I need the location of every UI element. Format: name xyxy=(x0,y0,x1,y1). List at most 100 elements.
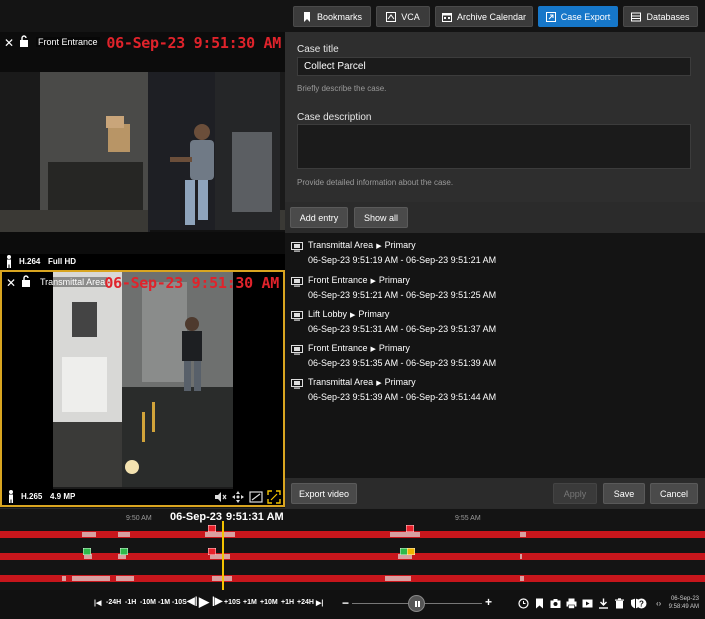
zoom-in-button[interactable]: + xyxy=(485,595,492,609)
tab-vca[interactable]: VCA xyxy=(376,6,430,27)
show-all-button[interactable]: Show all xyxy=(354,207,408,228)
step-fwd-1h-button[interactable]: +1H xyxy=(281,599,294,606)
zoom-out-button[interactable]: − xyxy=(342,596,349,610)
timeline-current-date: 06-Sep-23 xyxy=(170,511,222,523)
bookmark-flag-icon[interactable] xyxy=(407,548,415,555)
trash-icon[interactable] xyxy=(614,598,625,609)
entry-time-range: 06-Sep-23 9:51:39 AM - 06-Sep-23 9:51:44… xyxy=(308,392,497,402)
entry-time-range: 06-Sep-23 9:51:19 AM - 06-Sep-23 9:51:21… xyxy=(308,255,497,265)
collapse-panel-icon[interactable]: ‹› xyxy=(656,599,661,608)
apply-button[interactable]: Apply xyxy=(553,483,597,504)
step-fwd-1m-button[interactable]: +1M xyxy=(243,599,257,606)
bookmark-flag-icon[interactable] xyxy=(83,548,91,555)
bookmark-flag-icon[interactable] xyxy=(208,525,216,532)
timeline[interactable]: 9:50 AM 9:55 AM 06-Sep-23 9:51:31 AM xyxy=(0,508,705,591)
play-icon[interactable]: ▶ xyxy=(199,594,209,610)
timeline-tick-label: 9:50 AM xyxy=(126,515,152,522)
bookmark-flag-icon[interactable] xyxy=(120,548,128,555)
case-description-input[interactable] xyxy=(297,124,691,169)
ptz-move-icon[interactable] xyxy=(231,490,245,504)
tab-label: Case Export xyxy=(560,11,611,22)
clock-icon[interactable] xyxy=(518,598,529,609)
video-pane-transmittal-area[interactable]: ✕ Transmittal Area 06-Sep-23 9:51:30 AM … xyxy=(0,270,285,507)
case-title-label: Case title xyxy=(297,44,339,55)
vca-icon xyxy=(386,11,397,22)
timeline-track-transmittal-area[interactable] xyxy=(0,553,705,560)
tab-case-export[interactable]: Case Export xyxy=(538,6,618,27)
close-pane-icon[interactable]: ✕ xyxy=(6,276,16,290)
step-back-24h-button[interactable]: -24H xyxy=(106,599,121,606)
timeline-tick-label: 9:55 AM xyxy=(455,515,481,522)
tab-label: Bookmarks xyxy=(316,11,362,22)
frame-forward-icon[interactable]: |▶ xyxy=(212,596,223,607)
bookmark-flag-icon[interactable] xyxy=(406,525,414,532)
help-icon[interactable]: ? xyxy=(636,598,647,609)
entry-location: Front Entrance xyxy=(308,275,368,285)
entry-time-range: 06-Sep-23 9:51:21 AM - 06-Sep-23 9:51:25… xyxy=(308,290,497,300)
timeline-track-front-entrance[interactable] xyxy=(0,531,705,538)
step-fwd-24h-button[interactable]: +24H xyxy=(297,599,314,606)
tab-bookmarks[interactable]: Bookmarks xyxy=(293,6,371,27)
tab-databases[interactable]: Databases xyxy=(623,6,698,27)
resolution-label: 4.9 MP xyxy=(50,492,76,501)
step-back-10s-button[interactable]: -10S xyxy=(172,599,187,606)
video-clip-icon xyxy=(291,311,303,321)
timeline-current-time: 9:51:31 AM xyxy=(226,511,284,523)
bookmark-flag-icon[interactable] xyxy=(208,548,216,555)
entry-stream: Primary xyxy=(384,240,416,250)
case-entry-list: Transmittal Area ▶ Primary 06-Sep-23 9:51:… xyxy=(285,233,705,478)
timeline-track-lift-lobby[interactable] xyxy=(0,575,705,582)
side-panel-tabs: Bookmarks VCA Archive Calendar Case Expo… xyxy=(293,6,698,27)
camera-snapshot-icon[interactable] xyxy=(550,598,561,609)
entry-location: Transmittal Area xyxy=(308,240,374,250)
entry-location: Lift Lobby xyxy=(308,309,348,319)
case-title-input[interactable] xyxy=(297,57,691,76)
tab-label: VCA xyxy=(401,11,420,22)
caret-right-icon: ▶ xyxy=(350,312,356,319)
camera-timestamp: 06-Sep-23 9:51:30 AM xyxy=(104,274,279,292)
codec-label: H.264 xyxy=(19,257,41,266)
tab-label: Archive Calendar xyxy=(456,11,527,22)
step-back-1m-button[interactable]: -1M xyxy=(158,599,170,606)
video-export-icon[interactable] xyxy=(582,598,593,609)
close-pane-icon[interactable]: ✕ xyxy=(4,36,14,50)
download-icon[interactable] xyxy=(598,598,609,609)
entry-location: Front Entrance xyxy=(308,343,368,353)
save-button[interactable]: Save xyxy=(603,483,645,504)
step-fwd-10m-button[interactable]: +10M xyxy=(260,599,278,606)
bookmark-icon[interactable] xyxy=(534,598,545,609)
entry-toolbar: Add entry Show all xyxy=(285,202,705,233)
fisheye-icon[interactable] xyxy=(249,490,263,504)
fullscreen-icon[interactable] xyxy=(267,490,281,504)
case-description-hint: Provide detailed information about the c… xyxy=(297,178,454,187)
tab-archive-calendar[interactable]: Archive Calendar xyxy=(435,6,533,27)
entry-time-range: 06-Sep-23 9:51:35 AM - 06-Sep-23 9:51:39… xyxy=(308,358,497,368)
print-icon[interactable] xyxy=(566,598,577,609)
add-entry-button[interactable]: Add entry xyxy=(290,207,348,228)
camera-feed-front-entrance xyxy=(0,32,285,270)
case-form: Case title Briefly describe the case. Ca… xyxy=(285,32,705,202)
caret-right-icon: ▶ xyxy=(376,243,382,250)
camera-feed-transmittal-area xyxy=(2,272,283,505)
case-description-label: Case description xyxy=(297,112,372,123)
step-fwd-10s-button[interactable]: +10S xyxy=(224,599,241,606)
skip-to-start-icon[interactable]: |◀ xyxy=(94,599,101,607)
export-video-button[interactable]: Export video xyxy=(291,483,357,504)
unlock-icon[interactable] xyxy=(21,275,31,287)
entry-stream: Primary xyxy=(384,377,416,387)
timeline-playhead[interactable] xyxy=(222,521,224,591)
step-back-1h-button[interactable]: -1H xyxy=(125,599,136,606)
video-clip-icon xyxy=(291,242,303,252)
entry-time-range: 06-Sep-23 9:51:31 AM - 06-Sep-23 9:51:37… xyxy=(308,324,497,334)
mute-icon[interactable] xyxy=(213,490,227,504)
tab-label: Databases xyxy=(646,11,690,22)
video-pane-front-entrance[interactable]: ✕ Front Entrance 06-Sep-23 9:51:30 AM H.… xyxy=(0,32,285,270)
unlock-icon[interactable] xyxy=(19,35,29,47)
camera-timestamp: 06-Sep-23 9:51:30 AM xyxy=(106,34,281,52)
pause-slider-knob[interactable] xyxy=(408,595,425,612)
skip-to-end-icon[interactable]: ▶| xyxy=(316,599,323,607)
step-back-10m-button[interactable]: -10M xyxy=(140,599,156,606)
frame-back-icon[interactable]: ◀| xyxy=(187,596,198,607)
case-title-hint: Briefly describe the case. xyxy=(297,84,387,93)
cancel-button[interactable]: Cancel xyxy=(650,483,698,504)
